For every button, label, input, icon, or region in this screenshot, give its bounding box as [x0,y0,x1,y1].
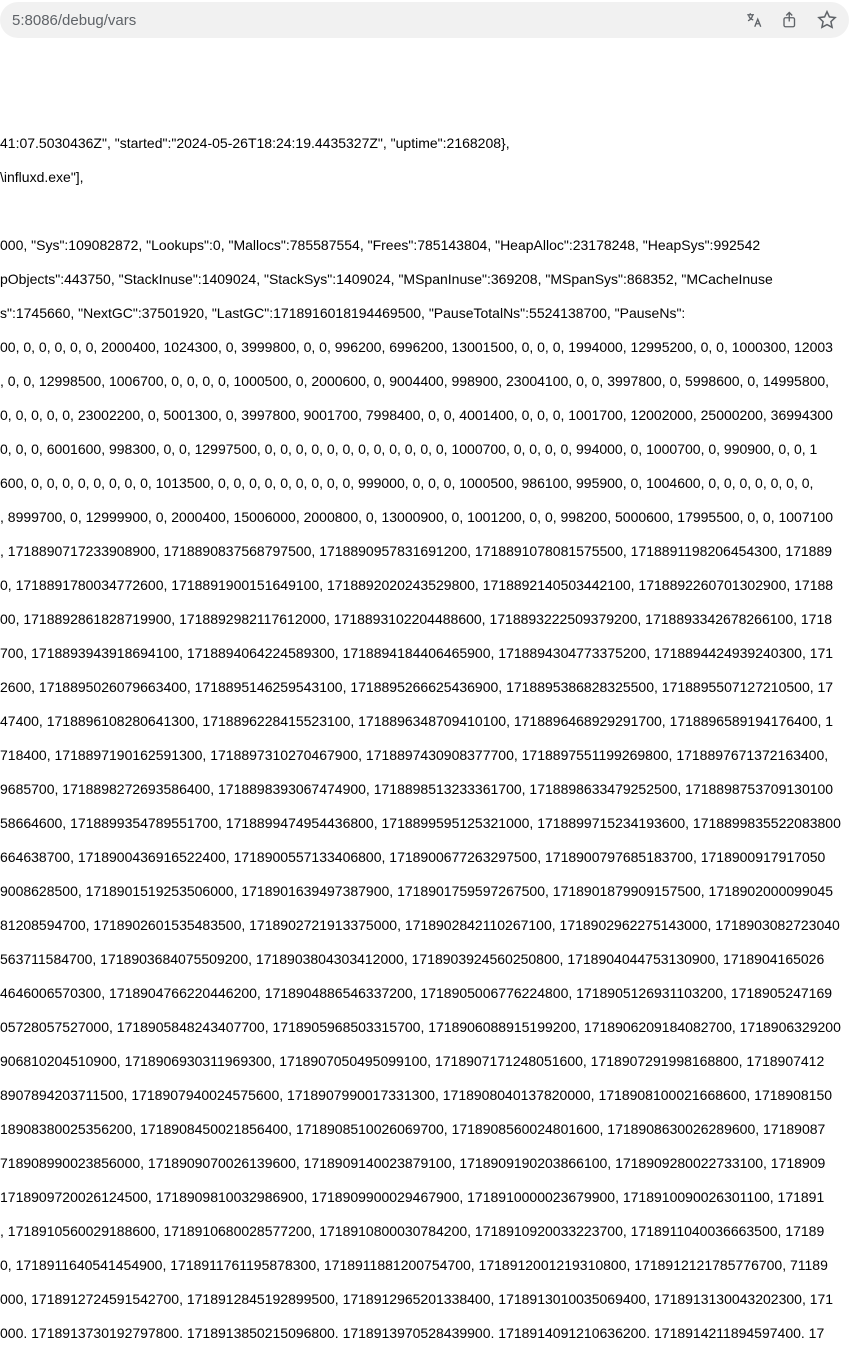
content-line: 00, 0, 0, 0, 0, 0, 2000400, 1024300, 0, … [0,339,853,356]
content-line: 0, 1718891780034772600, 1718891900151649… [0,577,853,594]
content-line: 8907894203711500, 1718907940024575600, 1… [0,1087,853,1104]
content-line: 906810204510900, 1718906930311969300, 17… [0,1053,853,1070]
content-line: , 8999700, 0, 12999900, 0, 2000400, 1500… [0,509,853,526]
content-line: 9685700, 1718898272693586400, 1718898393… [0,781,853,798]
content-line: 718400, 1718897190162591300, 17188973102… [0,747,853,764]
content-line: 0, 1718911640541454900, 1718911761195878… [0,1257,853,1274]
content-line: 700, 1718893943918694100, 17188940642245… [0,645,853,662]
debug-vars-content: 41:07.5030436Z", "started":"2024-05-26T1… [0,40,853,1359]
content-line: 4646006570300, 1718904766220446200, 1718… [0,985,853,1002]
content-line: 1718909720026124500, 1718909810032986900… [0,1189,853,1206]
content-line: 718908990023856000, 1718909070026139600,… [0,1155,853,1172]
content-line: 41:07.5030436Z", "started":"2024-05-26T1… [0,135,853,152]
content-line: 05728057527000, 1718905848243407700, 171… [0,1019,853,1036]
content-line: , 0, 0, 12998500, 1006700, 0, 0, 0, 0, 1… [0,373,853,390]
content-line: 18908380025356200, 1718908450021856400, … [0,1121,853,1138]
content-line: 2600, 1718895026079663400, 1718895146259… [0,679,853,696]
content-line: 563711584700, 1718903684075509200, 17189… [0,951,853,968]
star-icon[interactable] [817,10,837,30]
content-line: , 1718890717233908900, 17188908375687975… [0,543,853,560]
content-line: s":1745660, "NextGC":37501920, "LastGC":… [0,305,853,322]
content-line: 664638700, 1718900436916522400, 17189005… [0,849,853,866]
content-line: 000, "Sys":109082872, "Lookups":0, "Mall… [0,237,853,254]
content-line: pObjects":443750, "StackInuse":1409024, … [0,271,853,288]
content-line: 00, 1718892861828719900, 171889298211761… [0,611,853,628]
content-line: \influxd.exe"], [0,169,853,186]
content-line: , 1718910560029188600, 17189106800285772… [0,1223,853,1240]
content-line: 000, 1718912724591542700, 17189128451928… [0,1291,853,1308]
browser-url-bar: 5:8086/debug/vars [0,2,849,38]
content-line: 58664600, 1718899354789551700, 171889947… [0,815,853,832]
content-line: 47400, 1718896108280641300, 171889622841… [0,713,853,730]
url-text[interactable]: 5:8086/debug/vars [12,12,745,29]
content-line: 9008628500, 1718901519253506000, 1718901… [0,883,853,900]
share-icon[interactable] [781,11,799,29]
url-bar-icons [745,10,837,30]
content-line: 81208594700, 1718902601535483500, 171890… [0,917,853,934]
translate-icon[interactable] [745,11,763,29]
content-line: 0, 0, 0, 6001600, 998300, 0, 0, 12997500… [0,441,853,458]
content-line: 0, 0, 0, 0, 0, 23002200, 0, 5001300, 0, … [0,407,853,424]
content-line: 000. 1718913730192797800. 17189138502150… [0,1325,853,1342]
content-line: 600, 0, 0, 0, 0, 0, 0, 0, 0, 1013500, 0,… [0,475,853,492]
